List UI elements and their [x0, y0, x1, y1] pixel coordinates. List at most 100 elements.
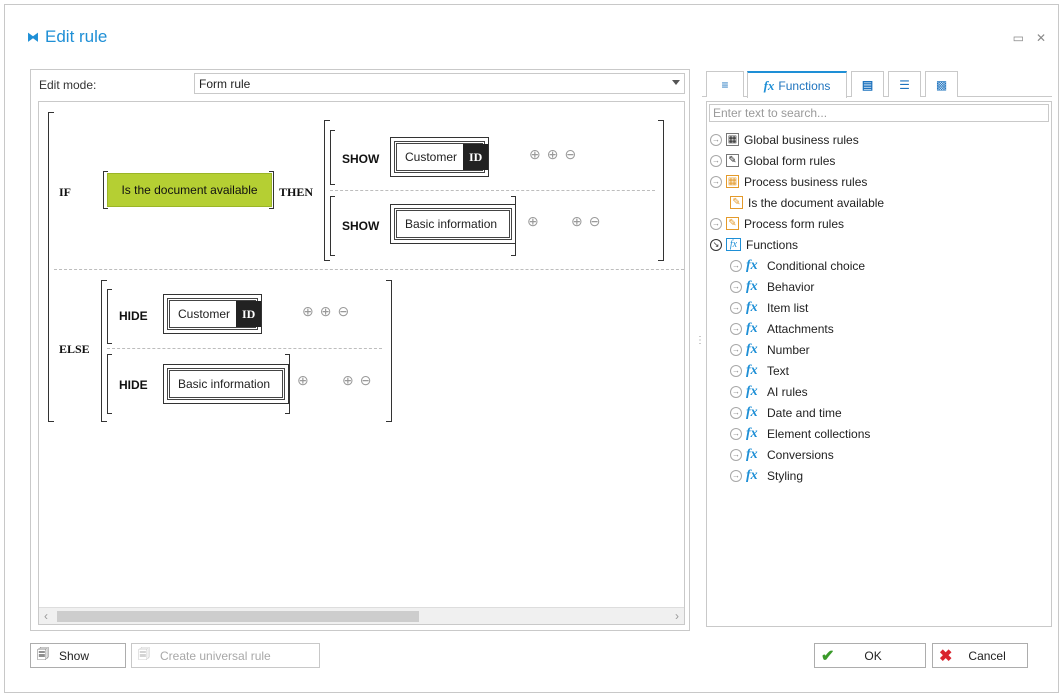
tree-item-global-business-rules[interactable]: → ▦ Global business rules	[707, 129, 1051, 150]
field-label: Basic information	[405, 217, 498, 231]
move-down-icon[interactable]: ⊕	[302, 303, 314, 320]
expand-icon[interactable]: →	[730, 301, 742, 314]
tree-item-ai-rules[interactable]: → fx AI rules	[707, 381, 1051, 402]
else-field-customer[interactable]: Customer ID	[167, 298, 262, 330]
scroll-right-icon[interactable]: ›	[675, 609, 679, 623]
expand-icon[interactable]: →	[730, 343, 742, 356]
tree-item-item-list[interactable]: → fx Item list	[707, 297, 1051, 318]
expand-icon[interactable]: →	[730, 427, 742, 440]
scroll-thumb[interactable]	[57, 611, 419, 622]
close-icon[interactable]: ✕	[1036, 31, 1046, 45]
list-icon: ☰	[899, 77, 910, 92]
business-rules-icon: ▦	[726, 133, 739, 146]
tree-item-behavior[interactable]: → fx Behavior	[707, 276, 1051, 297]
id-badge: ID	[463, 144, 489, 170]
tree-item-functions[interactable]: ↘ fx Functions	[707, 234, 1051, 255]
create-universal-rule-button[interactable]: 🗐 Create universal rule	[131, 643, 320, 668]
fx-icon: fx	[746, 278, 758, 294]
edit-rule-dialog: ⧓ Edit rule ▭ ✕ Edit mode: Form rule IF …	[4, 4, 1059, 693]
add-icon[interactable]: ⊕	[320, 303, 332, 320]
else-bracket-right	[386, 280, 392, 422]
condition-chip[interactable]: Is the document available	[107, 173, 272, 207]
field-label: Customer	[178, 307, 231, 321]
rule-canvas: IF Is the document available THEN SHOW C…	[38, 101, 685, 625]
tab-bracket[interactable]: ▩	[925, 71, 958, 97]
edit-mode-dropdown[interactable]: Form rule	[194, 73, 685, 94]
fx-icon: fx	[746, 362, 758, 378]
bracket-icon: ▩	[935, 77, 948, 92]
functions-folder-icon: fx	[726, 238, 741, 251]
field-label: Basic information	[178, 377, 271, 391]
tree-item-is-document-available[interactable]: ✎ Is the document available	[707, 192, 1051, 213]
tree-item-conditional-choice[interactable]: → fx Conditional choice	[707, 255, 1051, 276]
expand-icon[interactable]: →	[710, 175, 722, 188]
tree-item-attachments[interactable]: → fx Attachments	[707, 318, 1051, 339]
functions-panel: ≡ fx Functions ▤ ☰ ▩ Enter text to searc…	[702, 69, 1052, 631]
remove-icon[interactable]: ⊖	[360, 372, 372, 389]
form-field-icon: ▤	[861, 77, 874, 92]
link-icon: ⧓	[27, 30, 39, 44]
search-input[interactable]: Enter text to search...	[709, 104, 1049, 122]
show-button[interactable]: 🗐 Show	[30, 643, 126, 668]
add-icon[interactable]: ⊕	[342, 372, 354, 389]
tree-item-global-form-rules[interactable]: → ✎ Global form rules	[707, 150, 1051, 171]
expand-icon[interactable]: →	[730, 322, 742, 335]
tree-item-process-form-rules[interactable]: → ✎ Process form rules	[707, 213, 1051, 234]
expand-icon[interactable]: →	[730, 259, 742, 272]
outer-bracket-left	[48, 112, 54, 422]
then-action-1: SHOW	[342, 152, 380, 166]
fx-icon: fx	[763, 77, 775, 93]
collapse-icon[interactable]: ↘	[710, 238, 722, 251]
expand-icon[interactable]: →	[730, 406, 742, 419]
rule-icon: ✎	[726, 217, 739, 230]
tree-item-number[interactable]: → fx Number	[707, 339, 1051, 360]
fx-icon: fx	[746, 404, 758, 420]
chevron-down-icon[interactable]	[672, 80, 680, 85]
else-field-basic-info[interactable]: Basic information	[167, 368, 285, 400]
horizontal-scrollbar[interactable]: ‹ ›	[39, 607, 684, 624]
tree-item-process-business-rules[interactable]: → ▦ Process business rules	[707, 171, 1051, 192]
add-icon[interactable]: ⊕	[547, 146, 559, 163]
panel-tabs: ≡ fx Functions ▤ ☰ ▩	[702, 69, 1052, 98]
expand-icon[interactable]: →	[730, 280, 742, 293]
dialog-title-text: Edit rule	[45, 27, 108, 46]
expand-icon[interactable]: →	[730, 448, 742, 461]
maximize-icon[interactable]: ▭	[1013, 31, 1024, 45]
tree-item-text[interactable]: → fx Text	[707, 360, 1051, 381]
variables-icon: ≡	[721, 77, 729, 92]
cancel-icon: ✖	[939, 647, 953, 665]
scroll-left-icon[interactable]: ‹	[44, 609, 48, 623]
add-icon[interactable]: ⊕	[571, 213, 583, 230]
process-rules-icon: ▦	[726, 175, 739, 188]
expand-icon[interactable]: →	[730, 385, 742, 398]
expand-icon[interactable]: →	[710, 217, 722, 230]
then-bracket-right	[658, 120, 664, 261]
move-up-icon[interactable]: ⊕	[527, 213, 539, 230]
remove-icon[interactable]: ⊖	[564, 146, 576, 163]
fx-icon: fx	[746, 257, 758, 273]
tab-variables[interactable]: ≡	[706, 71, 744, 97]
cancel-button[interactable]: ✖ Cancel	[932, 643, 1028, 668]
tree-item-date-and-time[interactable]: → fx Date and time	[707, 402, 1051, 423]
remove-icon[interactable]: ⊖	[589, 213, 601, 230]
move-up-icon[interactable]: ⊕	[297, 372, 309, 389]
fx-icon: fx	[746, 383, 758, 399]
expand-icon[interactable]: →	[730, 469, 742, 482]
then-field-basic-info[interactable]: Basic information	[394, 208, 512, 240]
form-rules-icon: ✎	[726, 154, 739, 167]
expand-icon[interactable]: →	[730, 364, 742, 377]
expand-icon[interactable]: →	[710, 133, 722, 146]
fx-icon: fx	[746, 446, 758, 462]
tab-list[interactable]: ☰	[888, 71, 921, 97]
tab-form-fields[interactable]: ▤	[851, 71, 884, 97]
ok-button[interactable]: ✔ OK	[814, 643, 926, 668]
move-down-icon[interactable]: ⊕	[529, 146, 541, 163]
tab-functions[interactable]: fx Functions	[747, 71, 847, 98]
tree-item-element-collections[interactable]: → fx Element collections	[707, 423, 1051, 444]
remove-icon[interactable]: ⊖	[337, 303, 349, 320]
tree-item-styling[interactable]: → fx Styling	[707, 465, 1051, 486]
field-label: Customer	[405, 150, 458, 164]
tree-item-conversions[interactable]: → fx Conversions	[707, 444, 1051, 465]
then-field-customer[interactable]: Customer ID	[394, 141, 489, 173]
expand-icon[interactable]: →	[710, 154, 722, 167]
